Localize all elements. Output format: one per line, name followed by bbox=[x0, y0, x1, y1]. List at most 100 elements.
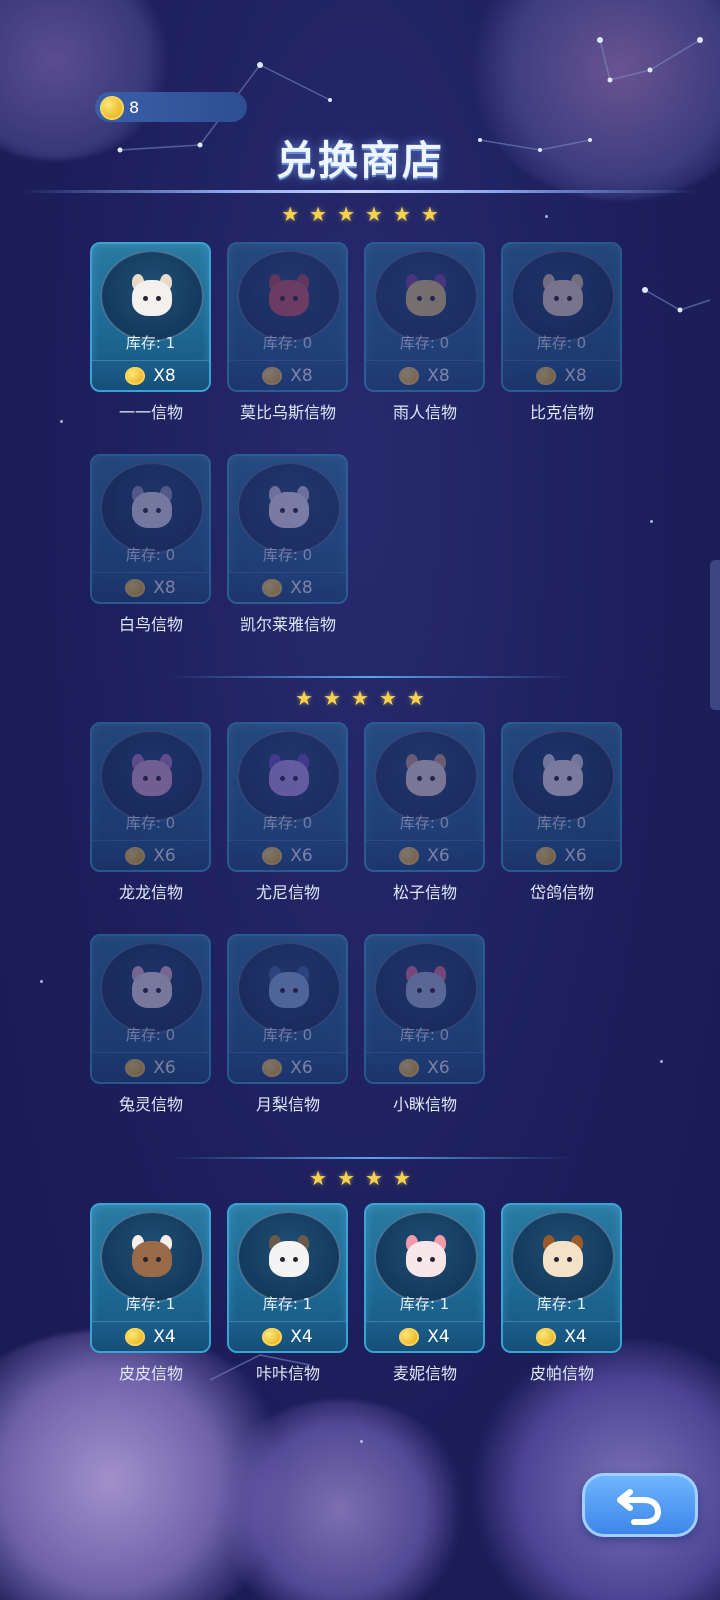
shop-item-card[interactable]: 库存: 0 X8 bbox=[501, 242, 622, 392]
currency-display: 8 bbox=[95, 92, 247, 122]
item-price-value: X6 bbox=[153, 845, 176, 866]
item-bubble bbox=[374, 730, 478, 822]
shop-item-card[interactable]: 库存: 0 X6 bbox=[364, 722, 485, 872]
item-name: 龙龙信物 bbox=[118, 883, 183, 902]
item-stock: 库存: 0 bbox=[399, 814, 450, 832]
shop-item-card[interactable]: 库存: 0 X6 bbox=[227, 934, 348, 1084]
shop-item-card[interactable]: 库存: 0 X6 bbox=[501, 722, 622, 872]
character-avatar-icon bbox=[124, 486, 180, 542]
coin-icon bbox=[262, 846, 283, 865]
item-stock: 库存: 0 bbox=[262, 1026, 313, 1044]
star-icon: ★ bbox=[281, 202, 300, 226]
star-icon: ★ bbox=[406, 686, 425, 710]
item-price-value: X4 bbox=[153, 1326, 176, 1347]
item-stock: 库存: 0 bbox=[399, 1026, 450, 1044]
item-stock: 库存: 0 bbox=[536, 334, 587, 352]
currency-amount: 8 bbox=[129, 97, 140, 117]
page-title: 兑换商店 bbox=[276, 138, 444, 184]
shop-item-card[interactable]: 库存: 1 X4 bbox=[501, 1203, 622, 1353]
star-icon: ★ bbox=[365, 1166, 383, 1190]
item-bubble bbox=[374, 1211, 478, 1303]
item-price-value: X4 bbox=[427, 1326, 450, 1347]
item-price: X8 bbox=[503, 360, 620, 390]
undo-arrow-icon bbox=[617, 1489, 662, 1525]
character-avatar-icon bbox=[261, 1235, 317, 1291]
coin-icon bbox=[125, 1327, 146, 1346]
shop-item-card[interactable]: 库存: 0 X8 bbox=[364, 242, 485, 392]
shop-item-card[interactable]: 库存: 0 X6 bbox=[364, 934, 485, 1084]
item-stock: 库存: 1 bbox=[262, 1295, 313, 1313]
item-price-value: X4 bbox=[564, 1326, 587, 1347]
item-price-value: X6 bbox=[427, 1057, 450, 1078]
shop-item-card[interactable]: 库存: 0 X8 bbox=[90, 454, 211, 604]
star-icon: ★ bbox=[337, 1166, 355, 1190]
star-icon: ★ bbox=[309, 202, 328, 226]
character-avatar-icon bbox=[261, 966, 317, 1022]
coin-icon bbox=[262, 1058, 283, 1077]
item-price: X8 bbox=[229, 360, 346, 390]
item-stock: 库存: 1 bbox=[125, 334, 176, 352]
item-name: 皮帕信物 bbox=[529, 1364, 594, 1383]
coin-icon bbox=[262, 366, 283, 385]
shop-item-card[interactable]: 库存: 0 X8 bbox=[227, 242, 348, 392]
character-avatar-icon bbox=[535, 274, 591, 330]
shop-item-card[interactable]: 库存: 0 X6 bbox=[90, 934, 211, 1084]
item-stock: 库存: 1 bbox=[399, 1295, 450, 1313]
item-stock: 库存: 0 bbox=[262, 334, 313, 352]
item-bubble bbox=[237, 1211, 341, 1303]
character-avatar-icon bbox=[398, 274, 454, 330]
character-avatar-icon bbox=[535, 754, 591, 810]
star-icon: ★ bbox=[378, 686, 397, 710]
item-bubble bbox=[374, 250, 478, 342]
item-price: X6 bbox=[92, 840, 209, 870]
shop-item-card[interactable]: 库存: 0 X8 bbox=[227, 454, 348, 604]
section-divider bbox=[170, 1157, 570, 1159]
item-bubble bbox=[237, 250, 341, 342]
item-bubble bbox=[100, 250, 204, 342]
item-price-value: X8 bbox=[564, 365, 587, 386]
item-price-value: X6 bbox=[290, 1057, 313, 1078]
shop-item-card[interactable]: 库存: 0 X6 bbox=[227, 722, 348, 872]
item-stock: 库存: 0 bbox=[262, 546, 313, 564]
coin-icon bbox=[536, 1327, 557, 1346]
star-icon: ★ bbox=[337, 202, 355, 226]
character-avatar-icon bbox=[398, 754, 454, 810]
shop-item-card[interactable]: 库存: 1 X8 bbox=[90, 242, 211, 392]
item-price: X6 bbox=[366, 840, 483, 870]
character-avatar-icon bbox=[398, 966, 454, 1022]
item-stock: 库存: 0 bbox=[125, 546, 176, 564]
item-price-value: X6 bbox=[427, 845, 450, 866]
item-name: 凯尔莱雅信物 bbox=[239, 615, 336, 634]
coin-icon bbox=[399, 1327, 420, 1346]
star-icon: ★ bbox=[323, 686, 342, 710]
item-price: X6 bbox=[229, 1052, 346, 1082]
item-price: X4 bbox=[366, 1321, 483, 1351]
item-name: 莫比乌斯信物 bbox=[239, 403, 336, 422]
coin-icon bbox=[399, 846, 420, 865]
shop-item-card[interactable]: 库存: 1 X4 bbox=[90, 1203, 211, 1353]
shop-item-card[interactable]: 库存: 1 X4 bbox=[227, 1203, 348, 1353]
shop-item-card[interactable]: 库存: 0 X6 bbox=[90, 722, 211, 872]
coin-icon bbox=[399, 1058, 420, 1077]
item-price: X6 bbox=[92, 1052, 209, 1082]
item-price: X8 bbox=[92, 572, 209, 602]
shop-item-card[interactable]: 库存: 1 X4 bbox=[364, 1203, 485, 1353]
item-price-value: X8 bbox=[427, 365, 450, 386]
item-price: X8 bbox=[92, 360, 209, 390]
item-name: 松子信物 bbox=[392, 883, 457, 902]
item-price: X4 bbox=[229, 1321, 346, 1351]
item-name: 尤尼信物 bbox=[255, 883, 320, 902]
coin-icon bbox=[399, 366, 420, 385]
tier-4-stars: ★ ★ ★ ★ bbox=[0, 1168, 720, 1188]
item-name: 兔灵信物 bbox=[118, 1095, 183, 1114]
coin-icon bbox=[125, 846, 146, 865]
character-avatar-icon bbox=[124, 754, 180, 810]
item-name: 小眯信物 bbox=[392, 1095, 457, 1114]
title-divider bbox=[20, 190, 700, 193]
back-button[interactable] bbox=[582, 1473, 698, 1537]
item-price-value: X8 bbox=[290, 577, 313, 598]
star-icon: ★ bbox=[295, 686, 314, 710]
tier-5-stars: ★ ★ ★ ★ ★ bbox=[0, 688, 720, 708]
item-bubble bbox=[237, 942, 341, 1034]
item-name: 白鸟信物 bbox=[118, 615, 183, 634]
